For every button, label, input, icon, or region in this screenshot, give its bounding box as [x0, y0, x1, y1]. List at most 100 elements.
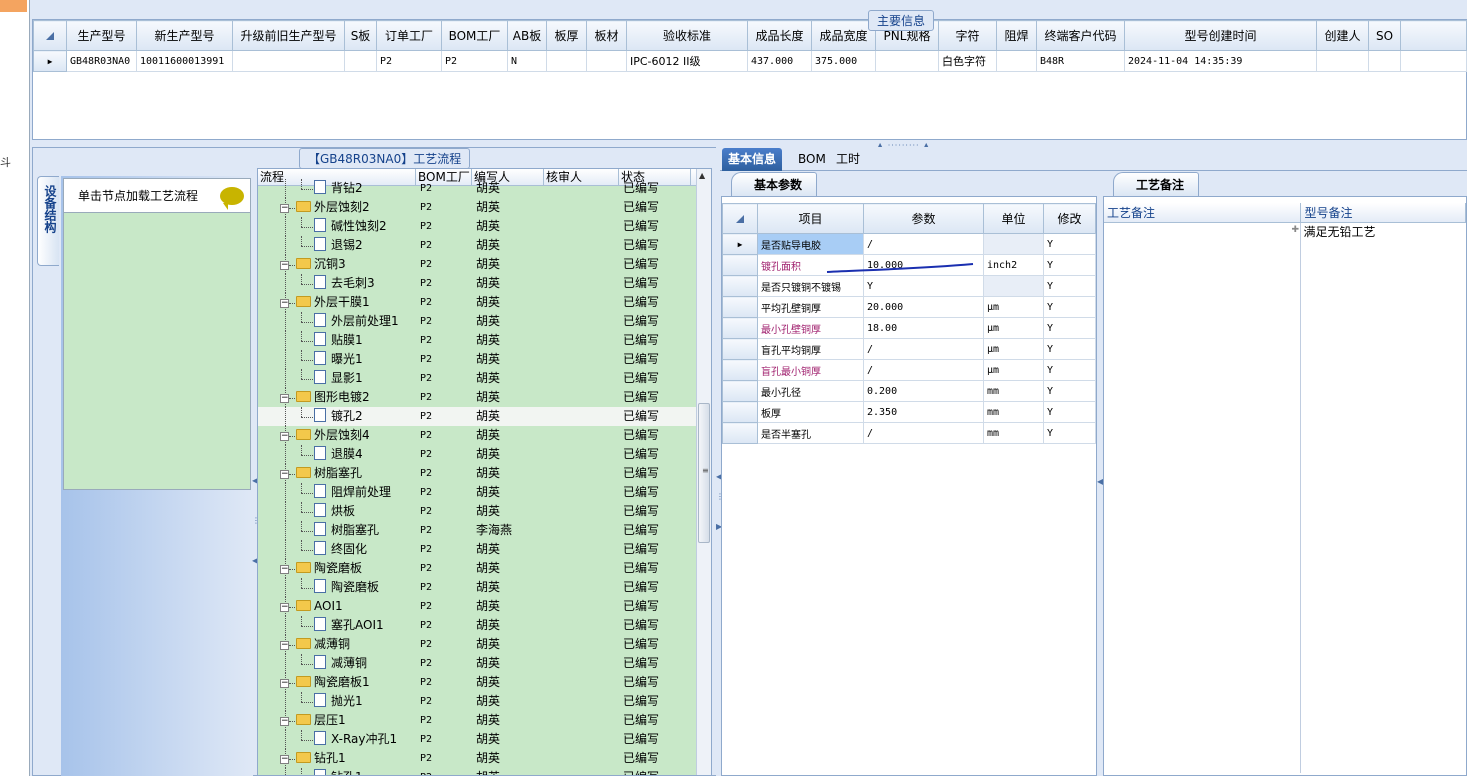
tree-node-cell[interactable]: X-Ray冲孔1 — [258, 730, 416, 749]
param-value-cell[interactable]: 18.00 — [863, 317, 984, 339]
table-cell[interactable]: P2 — [441, 50, 508, 72]
table-cell[interactable]: 白色字符 — [938, 50, 997, 72]
param-value-cell[interactable]: 20.000 — [863, 296, 984, 318]
row-selector[interactable] — [722, 317, 758, 339]
tree-row[interactable]: − 外层蚀刻2 P2 胡英 已编写 — [258, 198, 711, 217]
collapse-toggle-icon[interactable]: − — [280, 565, 289, 574]
table-row[interactable]: ▶ GB48R03NA0 10011600013991 P2 P2 N IPC-6012 … — [33, 50, 1467, 72]
process-remark-field[interactable] — [1104, 223, 1302, 773]
collapse-toggle-icon[interactable]: − — [280, 204, 289, 213]
tree-row[interactable]: 碱性蚀刻2 P2 胡英 已编写 — [258, 217, 711, 236]
tree-node[interactable]: 减薄铜 — [314, 654, 367, 673]
tree-node-cell[interactable]: − 外层蚀刻4 — [258, 426, 416, 445]
tree-row[interactable]: 背钻2 P2 胡英 已编写 — [258, 179, 711, 198]
tree-row[interactable]: 退膜4 P2 胡英 已编写 — [258, 445, 711, 464]
param-value-cell[interactable]: / — [863, 338, 984, 360]
param-column-header[interactable]: 项目 — [757, 203, 864, 234]
tree-node[interactable]: 树脂塞孔 — [314, 521, 379, 540]
tab-device-structure[interactable]: 设备结构 — [37, 176, 59, 266]
param-row[interactable]: 板厚 2.350 mm Y — [722, 401, 1096, 423]
table-cell[interactable] — [586, 50, 627, 72]
tree-node[interactable]: 树脂塞孔 — [296, 464, 362, 483]
collapse-toggle-icon[interactable]: − — [280, 261, 289, 270]
row-selector[interactable] — [722, 359, 758, 381]
collapse-toggle-icon[interactable]: − — [280, 603, 289, 612]
column-header[interactable]: 阻焊 — [996, 20, 1037, 51]
device-hint-bar[interactable]: 单击节点加载工艺流程 — [64, 179, 250, 213]
tree-row[interactable]: 减薄铜 P2 胡英 已编写 — [258, 654, 711, 673]
table-cell[interactable]: IPC-6012 II级 — [626, 50, 748, 72]
tree-node[interactable]: 背钻2 — [314, 179, 363, 198]
tree-row[interactable]: 去毛刺3 P2 胡英 已编写 — [258, 274, 711, 293]
tree-row[interactable]: 退锡2 P2 胡英 已编写 — [258, 236, 711, 255]
table-cell[interactable]: 2024-11-04 14:35:39 — [1124, 50, 1317, 72]
column-header[interactable]: 终端客户代码 — [1036, 20, 1125, 51]
table-cell[interactable] — [875, 50, 939, 72]
tree-node-cell[interactable]: − 外层干膜1 — [258, 293, 416, 312]
param-row[interactable]: 最小孔壁铜厚 18.00 μm Y — [722, 317, 1096, 339]
collapse-toggle-icon[interactable]: − — [280, 755, 289, 764]
model-remark-field[interactable]: ✚ 满足无铅工艺 — [1291, 223, 1466, 773]
param-value-cell[interactable]: / — [863, 422, 984, 444]
tree-node[interactable]: 显影1 — [314, 369, 363, 388]
column-header[interactable]: 订单工厂 — [376, 20, 442, 51]
tree-node[interactable]: 烘板 — [314, 502, 355, 521]
column-header[interactable]: 生产型号 — [66, 20, 137, 51]
tree-node[interactable]: 去毛刺3 — [314, 274, 375, 293]
tree-row[interactable]: 陶瓷磨板 P2 胡英 已编写 — [258, 578, 711, 597]
table-cell[interactable] — [232, 50, 345, 72]
tree-node-cell[interactable]: 镀孔2 — [258, 407, 416, 426]
tree-node-cell[interactable]: 外层前处理1 — [258, 312, 416, 331]
tab-basic-params[interactable]: 基本参数 — [731, 172, 818, 196]
tree-row[interactable]: 抛光1 P2 胡英 已编写 — [258, 692, 711, 711]
tree-node-cell[interactable]: 烘板 — [258, 502, 416, 521]
tree-node[interactable]: 曝光1 — [314, 350, 363, 369]
table-cell[interactable] — [1316, 50, 1369, 72]
tree-row[interactable]: 贴膜1 P2 胡英 已编写 — [258, 331, 711, 350]
param-value-cell[interactable]: Y — [863, 275, 984, 297]
tree-row[interactable]: − 陶瓷磨板 P2 胡英 已编写 — [258, 559, 711, 578]
tree-node-cell[interactable]: 显影1 — [258, 369, 416, 388]
param-column-header[interactable]: 参数 — [863, 203, 984, 234]
tree-node-cell[interactable]: 背钻2 — [258, 179, 416, 198]
column-header[interactable]: 型号创建时间 — [1124, 20, 1317, 51]
tab-process-remarks[interactable]: 工艺备注 — [1113, 172, 1200, 196]
column-header[interactable]: SO — [1368, 20, 1401, 51]
row-selector[interactable] — [722, 254, 758, 276]
tree-node-cell[interactable]: − AOI1 — [258, 597, 416, 616]
tree-node-cell[interactable]: − 陶瓷磨板 — [258, 559, 416, 578]
tree-node-cell[interactable]: 终固化 — [258, 540, 416, 559]
tree-node[interactable]: 镀孔2 — [314, 407, 363, 426]
tree-node[interactable]: 减薄铜 — [296, 635, 350, 654]
param-value-cell[interactable]: 2.350 — [863, 401, 984, 423]
tree-node[interactable]: 钻孔1 — [296, 749, 346, 768]
row-selector[interactable] — [722, 380, 758, 402]
tree-node-cell[interactable]: 贴膜1 — [258, 331, 416, 350]
tree-node[interactable]: 外层前处理1 — [314, 312, 399, 331]
tree-node-cell[interactable]: 抛光1 — [258, 692, 416, 711]
table-cell[interactable] — [996, 50, 1037, 72]
column-header[interactable]: 板厚 — [546, 20, 587, 51]
param-row[interactable]: 是否半塞孔 / mm Y — [722, 422, 1096, 444]
tree-row[interactable]: X-Ray冲孔1 P2 胡英 已编写 — [258, 730, 711, 749]
tree-node[interactable]: 外层蚀刻2 — [296, 198, 370, 217]
scroll-thumb[interactable]: ≡ — [698, 403, 710, 543]
tree-row[interactable]: 烘板 P2 胡英 已编写 — [258, 502, 711, 521]
column-header[interactable]: 成品宽度 — [811, 20, 876, 51]
tree-node[interactable]: 塞孔AOI1 — [314, 616, 384, 635]
row-selector[interactable]: ▶ — [33, 50, 67, 72]
tab-basic-info[interactable]: 基本信息 — [722, 148, 783, 171]
scroll-up-icon[interactable]: ▲ — [699, 171, 705, 180]
tree-node-cell[interactable]: 曝光1 — [258, 350, 416, 369]
tree-node[interactable]: 外层干膜1 — [296, 293, 370, 312]
tree-node[interactable]: 抛光1 — [314, 692, 363, 711]
param-value-cell[interactable]: 0.200 — [863, 380, 984, 402]
tree-row[interactable]: − 树脂塞孔 P2 胡英 已编写 — [258, 464, 711, 483]
tree-row[interactable]: 树脂塞孔 P2 李海燕 已编写 — [258, 521, 711, 540]
tree-row[interactable]: − 图形电镀2 P2 胡英 已编写 — [258, 388, 711, 407]
table-cell[interactable]: P2 — [376, 50, 442, 72]
param-row[interactable]: 盲孔最小铜厚 / μm Y — [722, 359, 1096, 381]
column-header[interactable]: 新生产型号 — [136, 20, 233, 51]
tree-node-cell[interactable]: 退膜4 — [258, 445, 416, 464]
column-header[interactable]: AB板 — [507, 20, 547, 51]
